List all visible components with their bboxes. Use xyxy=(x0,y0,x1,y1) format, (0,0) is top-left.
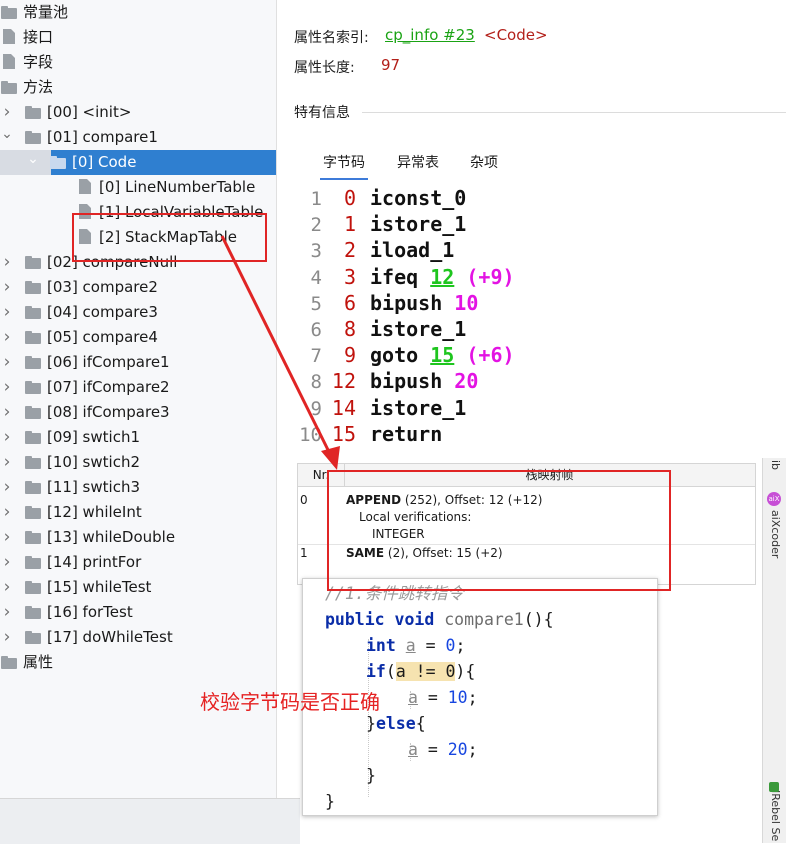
arrow-line xyxy=(220,235,336,463)
annotation-arrow xyxy=(220,235,340,470)
arrow-head xyxy=(321,446,340,470)
annotation-text: 校验字节码是否正确 xyxy=(200,690,380,714)
